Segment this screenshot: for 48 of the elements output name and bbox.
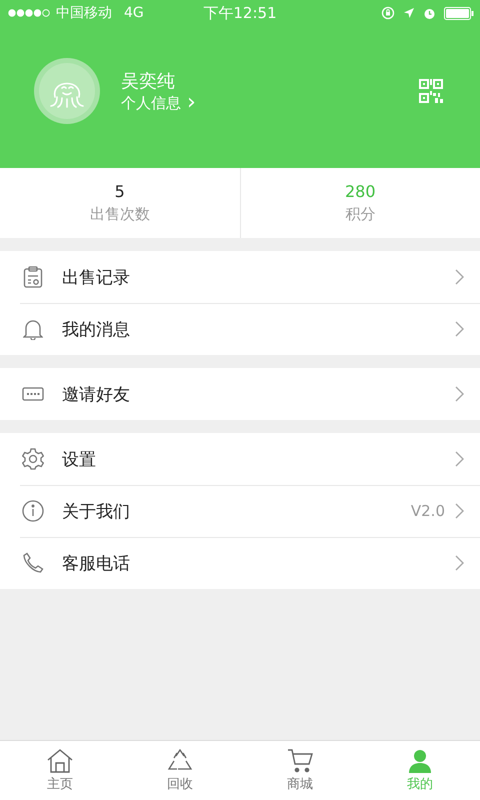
stat-label: 积分 <box>345 205 376 224</box>
menu-label: 邀请好友 <box>62 384 131 406</box>
shopping-cart-icon <box>287 748 313 772</box>
info-icon <box>22 500 44 522</box>
chevron-right-icon <box>455 386 464 402</box>
menu-label: 设置 <box>62 448 97 470</box>
menu-label: 客服电话 <box>62 552 131 574</box>
status-time: 下午12:51 <box>203 4 277 22</box>
bell-icon <box>23 318 43 340</box>
stat-tile[interactable]: 5 出售次数 <box>0 168 240 238</box>
qr-code-icon[interactable] <box>418 78 444 104</box>
tab-item[interactable]: 回收 <box>120 741 240 800</box>
phone-icon <box>22 552 44 574</box>
menu-item[interactable]: 我的消息 <box>0 303 480 355</box>
settings-icon <box>22 448 44 470</box>
menu-label: 我的消息 <box>62 318 131 340</box>
chevron-right-icon <box>455 451 464 467</box>
menu-item[interactable]: 邀请好友 <box>0 368 480 420</box>
avatar-octopus-icon[interactable] <box>33 57 101 125</box>
rotation-lock-icon <box>381 6 395 20</box>
menu-label: 关于我们 <box>62 500 131 522</box>
battery-icon <box>444 6 474 20</box>
carrier-text: 中国移动 <box>56 4 112 22</box>
alarm-clock-icon <box>423 6 436 20</box>
chevron-right-icon <box>455 503 464 519</box>
menu-item[interactable]: 关于我们 V2.0 <box>0 485 480 537</box>
menu-item[interactable]: 客服电话 <box>0 537 480 589</box>
menu-label: 出售记录 <box>62 266 131 288</box>
menu-item[interactable]: 设置 <box>0 433 480 485</box>
user-name: 吴奕纯 <box>121 70 176 94</box>
version-text: V2.0 <box>410 502 445 520</box>
location-arrow-icon <box>403 7 415 19</box>
network-text: 4G <box>124 5 144 21</box>
tab-item[interactable]: 主页 <box>0 741 120 800</box>
stat-value: 5 <box>114 182 125 201</box>
person-icon <box>407 748 433 772</box>
keyboard-icon <box>22 387 44 401</box>
stat-label: 出售次数 <box>90 205 150 224</box>
menu-item[interactable]: 出售记录 <box>0 251 480 303</box>
chevron-right-icon <box>455 555 464 571</box>
clipboard-icon <box>23 266 43 288</box>
chevron-right-icon <box>455 321 464 337</box>
stat-value: 280 <box>344 182 376 201</box>
signal-icon <box>8 9 52 17</box>
recycle-icon <box>167 748 193 772</box>
tab-item[interactable]: 商城 <box>240 741 360 800</box>
chevron-right-icon <box>455 269 464 285</box>
house-icon <box>47 748 73 772</box>
